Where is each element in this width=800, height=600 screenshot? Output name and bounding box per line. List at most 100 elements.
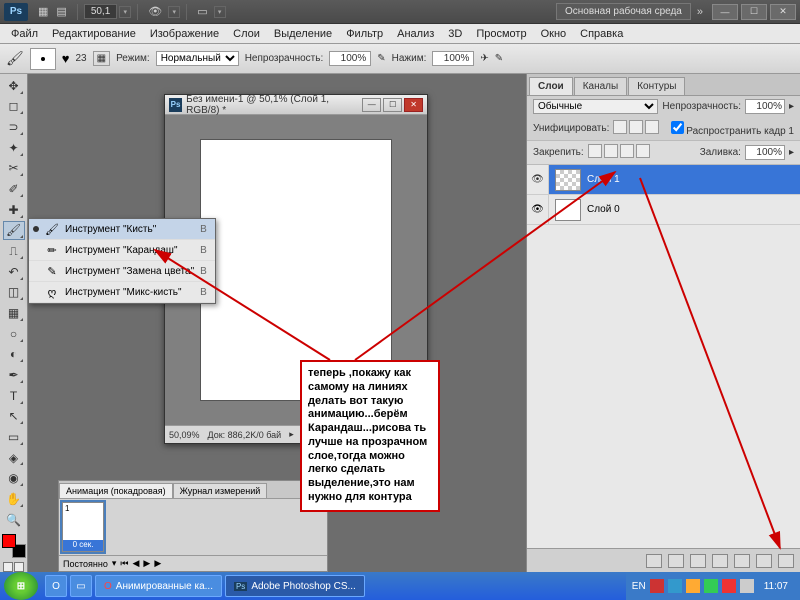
menu-layers[interactable]: Слои [226, 26, 267, 42]
doc-maximize-button[interactable]: ☐ [383, 98, 402, 112]
menu-analysis[interactable]: Анализ [390, 26, 441, 42]
eraser-tool[interactable]: ◫ [3, 283, 25, 303]
bridge-icon[interactable]: ▦ [34, 5, 52, 18]
heal-tool[interactable]: ✚ [3, 200, 25, 220]
lock-pixels-icon[interactable] [604, 144, 618, 158]
unify-visibility-icon[interactable] [629, 120, 643, 134]
screen-mode-icon[interactable]: ▭ [193, 5, 211, 18]
first-frame-button[interactable]: ⏮ [120, 558, 128, 569]
prev-frame-button[interactable]: ◀ [132, 558, 139, 569]
tool-preset-icon[interactable]: 🖌 [6, 50, 24, 67]
lock-transparent-icon[interactable] [588, 144, 602, 158]
doc-zoom-value[interactable]: 50,09% [169, 430, 200, 440]
layer-thumbnail[interactable] [555, 169, 581, 191]
blend-mode-select[interactable]: Нормальный [156, 51, 239, 66]
move-tool[interactable]: ✥ [3, 76, 25, 96]
flyout-item-pencil[interactable]: ✏ Инструмент "Карандаш"B [29, 240, 215, 261]
layer-style-icon[interactable] [668, 554, 684, 568]
brush-preview[interactable] [30, 48, 56, 70]
dodge-tool[interactable]: ◐ [3, 345, 25, 365]
3d-camera-tool[interactable]: ◉ [3, 468, 25, 488]
tab-layers[interactable]: Слои [529, 77, 573, 95]
shape-tool[interactable]: ▭ [3, 427, 25, 447]
airbrush-icon[interactable]: ✈ [480, 53, 488, 64]
tab-paths[interactable]: Контуры [628, 77, 685, 95]
history-brush-tool[interactable]: ↶ [3, 262, 25, 282]
tray-icon[interactable] [668, 579, 682, 593]
doc-close-button[interactable]: ✕ [404, 98, 423, 112]
zoom-dropdown-icon[interactable]: ▾ [119, 6, 131, 18]
tablet-opacity-icon[interactable]: ✎ [377, 53, 385, 64]
stamp-tool[interactable]: ⎍ [3, 241, 25, 261]
unify-style-icon[interactable] [645, 120, 659, 134]
chevron-double-right-icon[interactable]: » [691, 6, 709, 18]
menu-window[interactable]: Окно [534, 26, 574, 42]
tab-channels[interactable]: Каналы [574, 77, 628, 95]
layer-opacity-input[interactable]: 100% [745, 99, 785, 114]
tray-icon[interactable] [722, 579, 736, 593]
menu-edit[interactable]: Редактирование [45, 26, 143, 42]
workspace-switcher[interactable]: Основная рабочая среда [556, 3, 691, 20]
minimize-button[interactable]: — [712, 4, 738, 20]
lock-all-icon[interactable] [636, 144, 650, 158]
tab-measurement-log[interactable]: Журнал измерений [173, 483, 268, 498]
lasso-tool[interactable]: ⊃ [3, 117, 25, 137]
next-frame-button[interactable]: ▶ [154, 558, 161, 569]
quickmask-toggle[interactable] [3, 562, 24, 572]
start-button[interactable]: ⊞ [4, 572, 38, 600]
document-titlebar[interactable]: Ps Без имени-1 @ 50,1% (Слой 1, RGB/8) *… [165, 95, 427, 115]
new-layer-icon[interactable] [756, 554, 772, 568]
pen-tool[interactable]: ✒ [3, 365, 25, 385]
menu-file[interactable]: Файл [4, 26, 45, 42]
quicklaunch-opera[interactable]: O [45, 575, 67, 597]
layer-thumbnail[interactable] [555, 199, 581, 221]
view-dropdown-icon[interactable]: ▾ [168, 6, 180, 18]
chevron-right-icon[interactable]: ▸ [289, 429, 294, 440]
animation-frame[interactable]: 1 0 сек. [62, 502, 104, 552]
wand-tool[interactable]: ✦ [3, 138, 25, 158]
menu-filter[interactable]: Фильтр [339, 26, 390, 42]
visibility-toggle[interactable]: 👁 [527, 165, 549, 194]
clock[interactable]: 11:07 [758, 581, 794, 592]
layer-row[interactable]: 👁 Слой 0 [527, 195, 800, 225]
layer-group-icon[interactable] [734, 554, 750, 568]
delete-layer-icon[interactable] [778, 554, 794, 568]
propagate-checkbox[interactable] [671, 121, 684, 134]
crop-tool[interactable]: ✂ [3, 159, 25, 179]
layer-mask-icon[interactable] [690, 554, 706, 568]
tablet-size-icon[interactable]: ✎ [495, 53, 503, 64]
layer-blend-select[interactable]: Обычные [533, 99, 658, 114]
lock-position-icon[interactable] [620, 144, 634, 158]
blur-tool[interactable]: ○ [3, 324, 25, 344]
quicklaunch-desktop[interactable]: ▭ [70, 575, 92, 597]
gradient-tool[interactable]: ▦ [3, 303, 25, 323]
brush-tool[interactable]: 🖌 [3, 221, 25, 241]
screen-dropdown-icon[interactable]: ▾ [214, 6, 226, 18]
3d-tool[interactable]: ◈ [3, 448, 25, 468]
flyout-item-color-replace[interactable]: ✎ Инструмент "Замена цвета"B [29, 261, 215, 282]
opacity-input[interactable]: 100% [329, 51, 371, 66]
taskbar-item-opera[interactable]: OАнимированные ка... [95, 575, 222, 597]
tray-icon[interactable] [686, 579, 700, 593]
zoom-tool[interactable]: 🔍 [3, 510, 25, 530]
taskbar-item-photoshop[interactable]: PsAdobe Photoshop CS... [225, 575, 365, 597]
lang-indicator[interactable]: EN [632, 581, 646, 592]
maximize-button[interactable]: ☐ [741, 4, 767, 20]
brush-panel-icon[interactable]: ▦ [93, 51, 110, 66]
tab-animation[interactable]: Анимация (покадровая) [59, 483, 173, 498]
menu-image[interactable]: Изображение [143, 26, 226, 42]
menu-select[interactable]: Выделение [267, 26, 339, 42]
adjustment-layer-icon[interactable] [712, 554, 728, 568]
flyout-item-mixer-brush[interactable]: ღ Инструмент "Микс-кисть"B [29, 282, 215, 303]
tray-icon[interactable] [650, 579, 664, 593]
fill-input[interactable]: 100% [745, 145, 785, 160]
menu-view[interactable]: Просмотр [469, 26, 533, 42]
tray-volume-icon[interactable] [740, 579, 754, 593]
color-swatches[interactable] [2, 534, 26, 558]
layer-row[interactable]: 👁 Слой 1 [527, 165, 800, 195]
flyout-item-brush[interactable]: 🖌 Инструмент "Кисть"B [29, 219, 215, 240]
view-proof-icon[interactable]: 👁 [144, 5, 166, 18]
play-button[interactable]: ▶ [143, 558, 150, 569]
frame-duration[interactable]: 0 сек. [63, 540, 103, 551]
link-layers-icon[interactable] [646, 554, 662, 568]
